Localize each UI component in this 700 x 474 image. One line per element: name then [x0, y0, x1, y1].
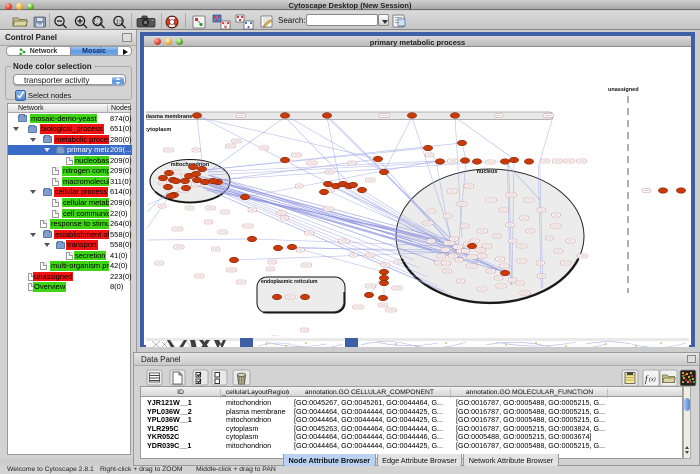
- svg-text:cytoplasm: cytoplasm: [146, 127, 171, 133]
- svg-text:endoplasmic reticulum: endoplasmic reticulum: [261, 279, 318, 285]
- svg-text:nucleus: nucleus: [477, 169, 498, 175]
- svg-text:plasma membrane: plasma membrane: [146, 114, 192, 120]
- svg-text:1:1: 1:1: [116, 19, 124, 25]
- svg-text:unassigned: unassigned: [608, 87, 639, 93]
- svg-text:(x): (x): [649, 376, 656, 383]
